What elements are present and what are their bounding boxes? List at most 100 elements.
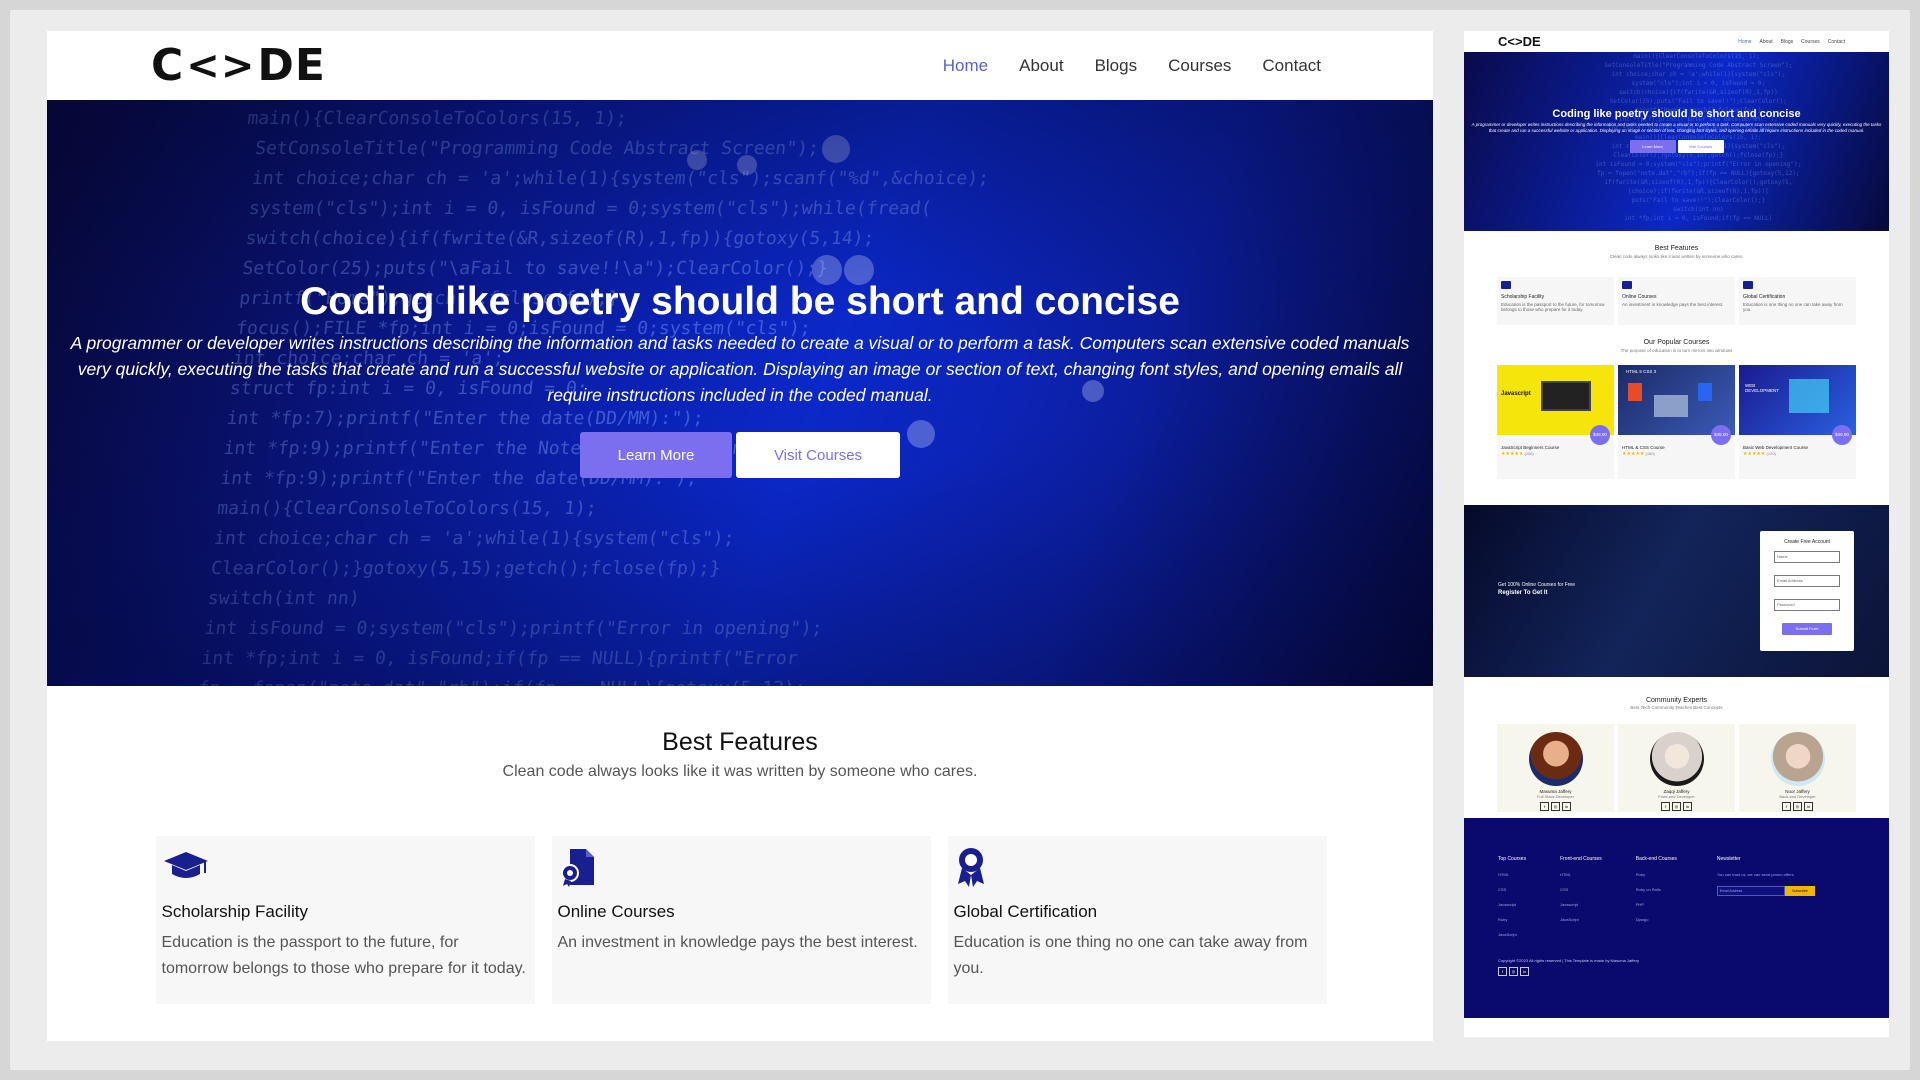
top-navbar: C <> DE Home About Blogs Courses Contact	[47, 31, 1433, 100]
preview-signup-form: Create Free Account Name Email Address P…	[1760, 531, 1854, 651]
avatar	[1528, 732, 1583, 786]
learn-more-button[interactable]: Learn More	[580, 432, 732, 478]
preview-subscribe-button: Subscribe	[1784, 886, 1815, 896]
feature-title: Scholarship Facility	[161, 902, 308, 921]
preview-feature-card: Global Certification Education is one thi…	[1739, 277, 1856, 325]
feature-card-online-courses[interactable]: Online Courses An investment in knowledg…	[551, 836, 931, 1004]
linkedin-icon: in	[1804, 802, 1813, 811]
preview-hero-buttons: Learn More Visit Courses	[1464, 140, 1889, 153]
preview-hero-title: Coding like poetry should be short and c…	[1552, 108, 1801, 120]
preview-courses-subtitle: The purpose of education is to turn mirr…	[1620, 348, 1733, 353]
preview-footer-col: Front-end Courses HTML CSS Javascript JavaS…	[1560, 856, 1602, 922]
preview-newsletter-input: Email Address	[1716, 886, 1785, 896]
instagram-icon: ◎	[1509, 967, 1518, 976]
preview-hero: main(){ClearConsoleToColors(15, 1); SetC…	[1464, 52, 1889, 231]
feature-title: Global Certification	[953, 902, 1098, 921]
social-icons: f ◎ in	[1739, 802, 1856, 811]
features-subtitle: Clean code always looks like it was writ…	[502, 763, 978, 780]
features-cards: Scholarship Facility Education is the pa…	[47, 836, 1433, 1004]
linkedin-icon: in	[1520, 967, 1529, 976]
preview-password-field: Password	[1774, 599, 1840, 611]
facebook-icon: f	[1540, 802, 1549, 811]
graduation-cap-icon	[162, 846, 529, 888]
preview-nav-about: About	[1759, 38, 1773, 45]
facebook-icon: f	[1498, 967, 1507, 976]
preview-expert-card: Masuma Jaffery Full Stack Developer f ◎ in	[1497, 724, 1614, 812]
preview-course-card: Javascript $49.00 JavaScript Beginners C…	[1497, 365, 1614, 479]
preview-course-card: HTML 5 CSS 3 $49.00 HTML & CSS Course ★★★…	[1618, 365, 1735, 479]
preview-feature-card: Scholarship Facility Education is the pas…	[1497, 277, 1614, 325]
linkedin-icon: in	[1683, 802, 1692, 811]
preview-feature-card: Online Courses An investment in knowledge…	[1618, 277, 1735, 325]
preview-hero-text: A programmer or developer writes instruc…	[1471, 122, 1882, 133]
full-page-preview: C<>DE Home About Blogs Courses Contact m…	[1464, 31, 1889, 1037]
nav-home[interactable]: Home	[943, 56, 988, 76]
preview-visit-courses: Visit Courses	[1677, 140, 1724, 153]
preview-hero-content: Coding like poetry should be short and c…	[1464, 52, 1889, 153]
nav-contact[interactable]: Contact	[1262, 56, 1321, 76]
preview-footer-columns: Top Courses HTML CSS Javascript Ruby JavaScr…	[1498, 852, 1855, 942]
logo-letters-de: DE	[257, 40, 326, 91]
preview-footer: Top Courses HTML CSS Javascript Ruby JavaScr…	[1464, 818, 1889, 1018]
course-price-badge: $49.00	[1832, 425, 1852, 445]
feature-text: Education is the passport to the future,…	[161, 934, 526, 977]
hero-content: Coding like poetry should be short and c…	[47, 280, 1433, 478]
preview-submit-button: Submit Form	[1782, 623, 1832, 635]
preview-footer-social: f ◎ in	[1498, 967, 1855, 976]
facebook-icon: f	[1782, 802, 1791, 811]
preview-features: Scholarship Facility Education is the pas…	[1464, 277, 1889, 325]
course-price-badge: $49.00	[1590, 425, 1610, 445]
features-title: Best Features	[662, 728, 818, 756]
nav-blogs[interactable]: Blogs	[1095, 56, 1138, 76]
preview-courses-title: Our Popular Courses	[1643, 339, 1710, 346]
social-icons: f ◎ in	[1497, 802, 1614, 811]
nav-about[interactable]: About	[1019, 56, 1063, 76]
document-badge-icon	[1622, 281, 1632, 289]
preview-course-card: WEB DEVELOPMENT $49.00 Basic Web Develop…	[1739, 365, 1856, 479]
instagram-icon: ◎	[1672, 802, 1681, 811]
facebook-icon: f	[1661, 802, 1670, 811]
instagram-icon: ◎	[1793, 802, 1802, 811]
preview-form-title: Create Free Account	[1784, 539, 1830, 545]
social-icons: f ◎ in	[1618, 802, 1735, 811]
preview-nav-home: Home	[1738, 38, 1752, 45]
award-ribbon-icon	[1743, 281, 1753, 289]
feature-card-certification[interactable]: Global Certification Education is one th…	[947, 836, 1327, 1004]
avatar	[1770, 732, 1825, 786]
feature-text: Education is one thing no one can take a…	[953, 934, 1308, 977]
preview-nav-blogs: Blogs	[1780, 38, 1794, 45]
feature-title: Online Courses	[557, 902, 675, 921]
preview-name-field: Name	[1774, 551, 1840, 563]
preview-navbar: C<>DE Home About Blogs Courses Contact	[1464, 31, 1889, 52]
nav-courses[interactable]: Courses	[1168, 56, 1231, 76]
preview-register-section: Get 100% Online Courses for Free Register…	[1464, 505, 1889, 677]
preview-footer-col: Top Courses HTML CSS Javascript Ruby JavaScr…	[1498, 856, 1527, 937]
preview-expert-card: Noor Jaffery Back-end Developer f ◎ in	[1739, 724, 1856, 812]
brand-logo[interactable]: C <> DE	[151, 40, 326, 91]
hero-buttons: Learn More Visit Courses	[47, 432, 1433, 478]
preview-nav-contact: Contact	[1827, 38, 1845, 45]
course-price-badge: $49.00	[1711, 425, 1731, 445]
preview-newsletter: Newsletter You can trust us. we can send…	[1716, 852, 1815, 942]
preview-footer-col: Back-end Courses Ruby Ruby on Rails PHP Dja…	[1635, 856, 1677, 922]
preview-register-text: Get 100% Online Courses for Free Register…	[1498, 582, 1575, 596]
preview-nav-links: Home About Blogs Courses Contact	[1738, 39, 1845, 45]
avatar	[1649, 732, 1704, 786]
preview-email-field: Email Address	[1774, 575, 1840, 587]
preview-experts-title: Community Experts	[1645, 697, 1708, 704]
hero-section: main(){ClearConsoleToColors(15, 1); SetC…	[47, 100, 1433, 686]
document-badge-icon	[558, 846, 925, 888]
preview-logo: C<>DE	[1498, 34, 1541, 49]
preview-experts: Masuma Jaffery Full Stack Developer f ◎ in …	[1464, 724, 1889, 812]
nav-links: Home About Blogs Courses Contact	[943, 56, 1321, 76]
preview-experts-subtitle: Best Tech Community Teaches Best Concept…	[1630, 705, 1723, 710]
preview-features-subtitle: Clean code always looks like it was writ…	[1609, 254, 1744, 259]
award-ribbon-icon	[954, 846, 1321, 888]
hero-title: Coding like poetry should be short and c…	[300, 280, 1180, 323]
feature-text: An investment in knowledge pays the best…	[557, 934, 918, 951]
instagram-icon: ◎	[1551, 802, 1560, 811]
preview-nav-courses: Courses	[1801, 38, 1820, 45]
hero-description: A programmer or developer writes instruc…	[70, 333, 1410, 405]
visit-courses-button[interactable]: Visit Courses	[736, 432, 900, 478]
feature-card-scholarship[interactable]: Scholarship Facility Education is the pa…	[155, 836, 535, 1004]
